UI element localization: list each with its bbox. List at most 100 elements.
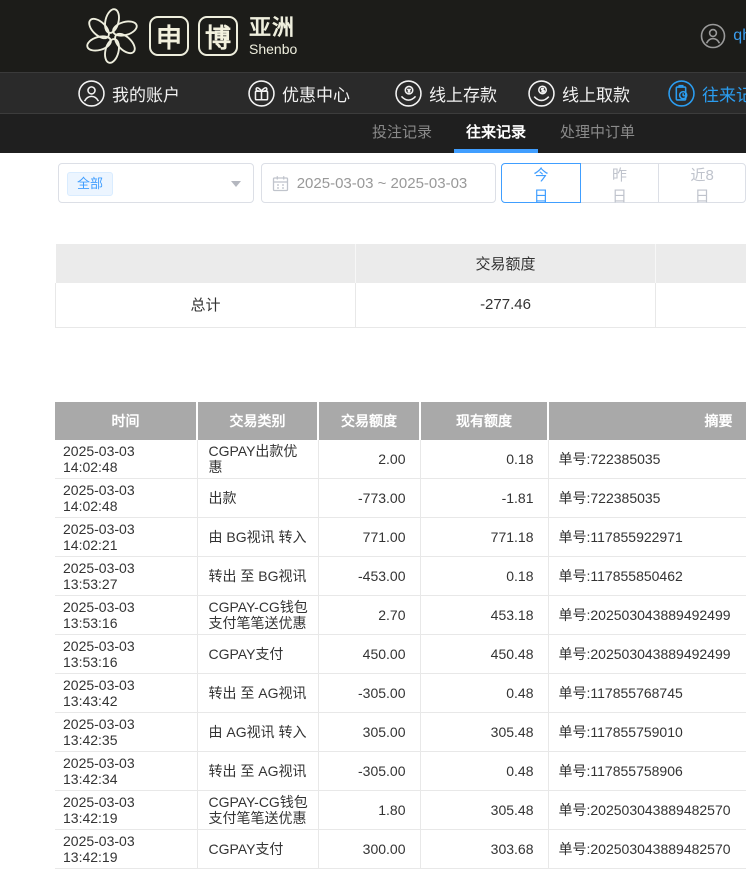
flower-logo-icon: [84, 8, 140, 64]
summary-table-wrapper: 交易额度 总计 -277.46: [55, 244, 746, 328]
transactions-table-wrapper: 时间交易类别交易额度现有额度摘要 2025-03-03 14:02:48CGPA…: [55, 402, 746, 869]
deposit-icon: [395, 80, 422, 107]
summary-header-empty: [56, 244, 356, 283]
table-row: 2025-03-03 13:43:42转出 至 AG视讯-305.000.48单…: [55, 673, 746, 712]
cell-amount: 1.80: [318, 790, 420, 829]
cell-summary: 单号:117855768745: [548, 673, 746, 712]
cell-summary: 单号:202503043889492499: [548, 595, 746, 634]
cell-time: 2025-03-03 13:42:19: [55, 829, 197, 868]
cell-summary: 单号:117855922971: [548, 517, 746, 556]
cell-amount: 305.00: [318, 712, 420, 751]
tab-betting-records[interactable]: 投注记录: [360, 114, 444, 153]
transactions-body: 2025-03-03 14:02:48CGPAY出款优惠2.000.18单号:7…: [55, 440, 746, 869]
cell-balance: 305.48: [420, 712, 548, 751]
cell-balance: 453.18: [420, 595, 548, 634]
cell-type: CGPAY支付: [197, 829, 318, 868]
cell-type: 转出 至 BG视讯: [197, 556, 318, 595]
cell-type: CGPAY出款优惠: [197, 440, 318, 479]
cell-amount: -773.00: [318, 478, 420, 517]
column-header: 时间: [55, 402, 197, 440]
logo-char-shen: 申: [149, 16, 189, 56]
cell-type: CGPAY-CG钱包支付笔笔送优惠: [197, 595, 318, 634]
table-row: 2025-03-03 13:42:34转出 至 AG视讯-305.000.48单…: [55, 751, 746, 790]
nav-item-promotions[interactable]: 优惠中心: [248, 73, 350, 113]
table-row: 2025-03-03 14:02:48CGPAY出款优惠2.000.18单号:7…: [55, 440, 746, 479]
user-icon: [78, 80, 105, 107]
cell-summary: 单号:722385035: [548, 440, 746, 479]
cell-time: 2025-03-03 13:53:16: [55, 634, 197, 673]
logo-char-bo: 博: [198, 16, 238, 56]
cell-time: 2025-03-03 13:42:35: [55, 712, 197, 751]
last8days-button[interactable]: 近8日: [658, 163, 746, 203]
summary-total-value: -277.46: [356, 283, 656, 327]
tab-transaction-records[interactable]: 往来记录: [454, 114, 538, 153]
summary-table: 交易额度 总计 -277.46: [55, 244, 746, 328]
cell-time: 2025-03-03 13:42:34: [55, 751, 197, 790]
gift-icon: [248, 80, 275, 107]
summary-total-label: 总计: [56, 283, 356, 327]
cell-summary: 单号:117855850462: [548, 556, 746, 595]
cell-summary: 单号:202503043889482570: [548, 829, 746, 868]
cell-balance: 303.68: [420, 829, 548, 868]
yesterday-button[interactable]: 昨日: [580, 163, 660, 203]
cell-summary: 单号:722385035: [548, 478, 746, 517]
cell-summary: 单号:202503043889492499: [548, 634, 746, 673]
nav-label: 往来记录: [702, 81, 746, 106]
nav-item-deposit[interactable]: 线上存款: [395, 73, 497, 113]
cell-time: 2025-03-03 14:02:21: [55, 517, 197, 556]
cell-type: CGPAY支付: [197, 634, 318, 673]
cell-summary: 单号:202503043889482570: [548, 790, 746, 829]
table-row: 2025-03-03 13:53:16CGPAY-CG钱包支付笔笔送优惠2.70…: [55, 595, 746, 634]
cell-summary: 单号:117855758906: [548, 751, 746, 790]
user-account[interactable]: qhh: [700, 0, 746, 72]
summary-total-extra: [656, 283, 746, 327]
chevron-down-icon: [231, 181, 241, 187]
cell-amount: 2.00: [318, 440, 420, 479]
nav-label: 优惠中心: [282, 81, 350, 106]
logo-subtitle: Shenbo: [249, 42, 297, 56]
cell-amount: 300.00: [318, 829, 420, 868]
cell-time: 2025-03-03 14:02:48: [55, 478, 197, 517]
table-row: 2025-03-03 13:42:19CGPAY支付300.00303.68单号…: [55, 829, 746, 868]
table-row: 2025-03-03 13:42:35由 AG视讯 转入305.00305.48…: [55, 712, 746, 751]
filter-row: 全部 2025-03-03 ~ 2025-03-03 今日 昨日 近8日: [58, 163, 746, 203]
top-header: 申 博 亚洲 Shenbo qhh: [0, 0, 746, 72]
cell-type: 转出 至 AG视讯: [197, 673, 318, 712]
cell-time: 2025-03-03 13:43:42: [55, 673, 197, 712]
table-row: 2025-03-03 14:02:48出款-773.00-1.81单号:7223…: [55, 478, 746, 517]
cell-time: 2025-03-03 13:42:19: [55, 790, 197, 829]
cell-time: 2025-03-03 13:53:16: [55, 595, 197, 634]
summary-header-amount: 交易额度: [356, 244, 656, 283]
nav-label: 线上取款: [562, 81, 630, 106]
main-nav: 我的账户 优惠中心 线上存款 线上取款: [0, 72, 746, 113]
cell-balance: 450.48: [420, 634, 548, 673]
column-header: 摘要: [548, 402, 746, 440]
table-row: 2025-03-03 13:42:19CGPAY-CG钱包支付笔笔送优惠1.80…: [55, 790, 746, 829]
cell-amount: -305.00: [318, 751, 420, 790]
date-range-picker[interactable]: 2025-03-03 ~ 2025-03-03: [261, 163, 497, 203]
cell-amount: -453.00: [318, 556, 420, 595]
type-filter-tag[interactable]: 全部: [67, 172, 113, 196]
cell-summary: 单号:117855759010: [548, 712, 746, 751]
quick-date-buttons: 今日 昨日 近8日: [501, 163, 746, 203]
calendar-icon: [272, 175, 289, 192]
summary-header-empty2: [656, 244, 746, 283]
table-row: 2025-03-03 13:53:16CGPAY支付450.00450.48单号…: [55, 634, 746, 673]
date-range-value: 2025-03-03 ~ 2025-03-03: [297, 175, 468, 192]
column-header: 现有额度: [420, 402, 548, 440]
nav-item-my-account[interactable]: 我的账户: [78, 73, 180, 113]
nav-label: 线上存款: [429, 81, 497, 106]
cell-balance: 0.18: [420, 440, 548, 479]
summary-header-row: 交易额度: [56, 244, 746, 283]
tab-processing-orders[interactable]: 处理中订单: [548, 114, 647, 153]
nav-label: 我的账户: [112, 81, 180, 106]
cell-type: 出款: [197, 478, 318, 517]
nav-item-withdraw[interactable]: 线上取款: [528, 73, 630, 113]
cell-amount: 771.00: [318, 517, 420, 556]
today-button[interactable]: 今日: [501, 163, 581, 203]
cell-amount: 450.00: [318, 634, 420, 673]
nav-item-transaction-records[interactable]: 往来记录: [668, 73, 746, 113]
brand-logo[interactable]: 申 博 亚洲 Shenbo: [84, 8, 297, 64]
cell-balance: 771.18: [420, 517, 548, 556]
type-filter-select[interactable]: 全部: [58, 163, 254, 203]
